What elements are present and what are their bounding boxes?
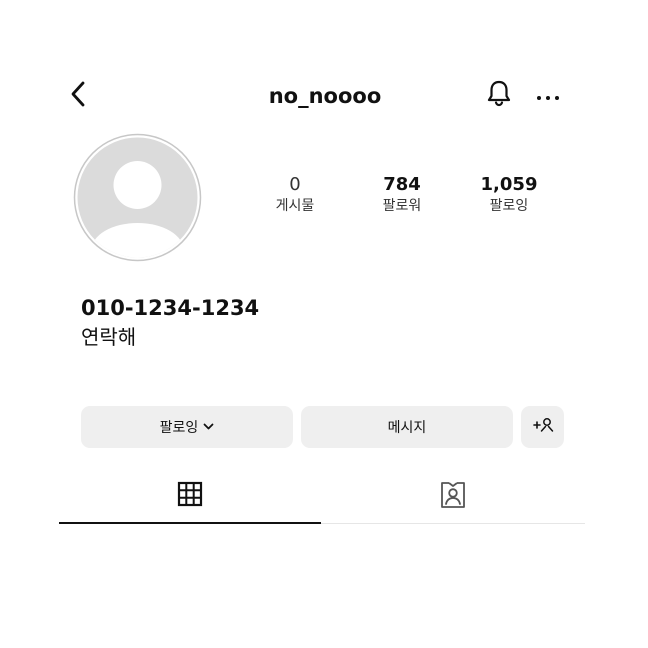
more-options-button[interactable]	[530, 80, 566, 112]
bell-icon	[486, 79, 512, 111]
followers-stat[interactable]: 784 팔로워	[347, 174, 457, 216]
avatar[interactable]	[73, 133, 202, 262]
following-button[interactable]: 팔로잉	[81, 406, 293, 448]
followers-count: 784	[383, 174, 421, 195]
add-user-button[interactable]	[521, 406, 564, 448]
message-button-label: 메시지	[387, 420, 427, 436]
followers-label: 팔로워	[382, 198, 422, 214]
chevron-down-icon	[203, 423, 214, 431]
tagged-person-icon	[439, 480, 467, 514]
add-person-icon	[532, 417, 554, 437]
back-button[interactable]	[66, 80, 90, 112]
bio-text: 연락해	[81, 325, 137, 349]
following-button-label: 팔로잉	[159, 420, 199, 436]
bio-name: 010-1234-1234	[81, 296, 260, 320]
following-count: 1,059	[480, 174, 538, 195]
profile-username: no_noooo	[268, 84, 382, 108]
more-horizontal-icon	[535, 87, 561, 106]
tab-tagged[interactable]	[321, 470, 585, 524]
grid-icon	[177, 481, 203, 511]
posts-count: 0	[289, 174, 301, 195]
following-label: 팔로잉	[489, 198, 529, 214]
tab-posts-grid[interactable]	[59, 470, 321, 524]
chevron-left-icon	[70, 81, 86, 111]
posts-stat: 0 게시물	[240, 174, 350, 216]
posts-label: 게시물	[275, 198, 315, 214]
message-button[interactable]: 메시지	[301, 406, 513, 448]
following-stat[interactable]: 1,059 팔로잉	[454, 174, 564, 216]
notification-button[interactable]	[483, 79, 515, 111]
default-avatar-icon	[73, 133, 202, 266]
